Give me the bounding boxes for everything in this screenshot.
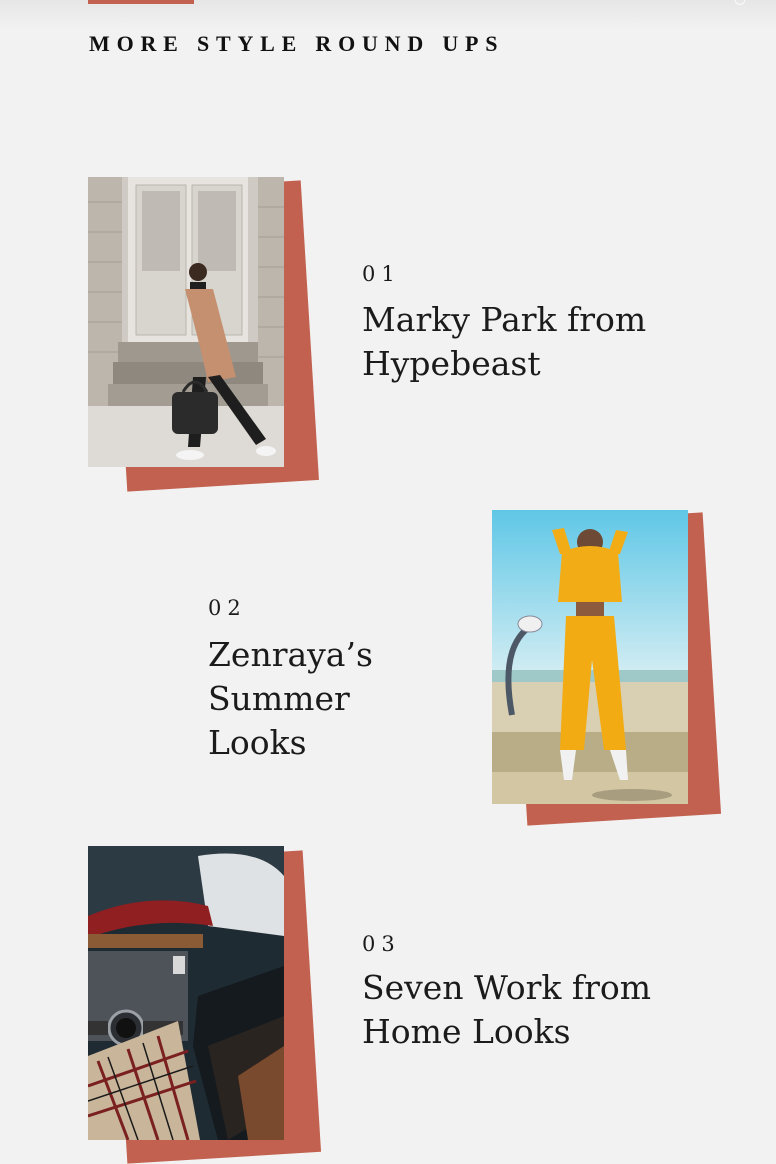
header-accent-bar — [88, 0, 194, 4]
roundup-title[interactable]: Zenraya’s Summer Looks — [208, 633, 458, 765]
roundup-title[interactable]: Seven Work from Home Looks — [362, 966, 672, 1054]
roundup-index: 03 — [362, 932, 401, 956]
roundup-index: 01 — [362, 262, 401, 286]
woman-yellow-tracksuit-photo[interactable] — [492, 510, 688, 804]
roundup-title[interactable]: Marky Park from Hypebeast — [362, 298, 672, 386]
header-shadow — [0, 0, 776, 30]
roundup-index: 02 — [208, 596, 247, 620]
watch-and-clothing-flatlay-photo[interactable] — [88, 846, 284, 1140]
menu-icon[interactable]: ○ — [734, 0, 746, 6]
section-title: MORE STYLE ROUND UPS — [89, 31, 505, 56]
man-walking-with-bag-photo[interactable] — [88, 177, 284, 467]
